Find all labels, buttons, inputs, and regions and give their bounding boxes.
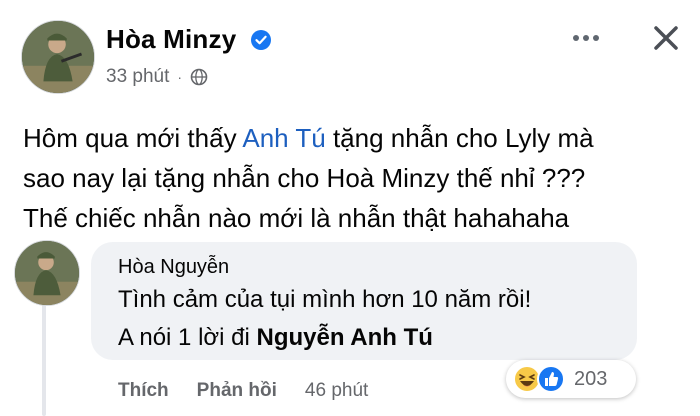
reply-mention-link[interactable]: Nguyễn Anh Tú — [256, 324, 432, 351]
like-icon — [537, 365, 565, 393]
post-card: Hòa Minzy 33 phút · Hôm qua mới thấy Anh… — [0, 0, 700, 416]
verified-badge-icon — [251, 30, 271, 50]
mention-link[interactable]: Anh Tú — [242, 123, 325, 153]
reaction-count: 203 — [574, 367, 608, 390]
reply-button[interactable]: Phản hồi — [197, 380, 277, 402]
reply-avatar[interactable] — [14, 240, 80, 306]
reactions-summary[interactable]: 203 — [506, 360, 636, 398]
reply-timestamp[interactable]: 46 phút — [305, 380, 368, 402]
post-body: Hôm qua mới thấy Anh Tú tặng nhẫn cho Ly… — [23, 118, 683, 238]
avatar-image — [15, 241, 79, 305]
like-button[interactable]: Thích — [118, 380, 169, 402]
post-timestamp[interactable]: 33 phút — [106, 66, 169, 88]
reply-text-line-1: Tình cảm của tụi mình hơn 10 năm rồi! — [118, 286, 532, 313]
post-text-line-3: Thế chiếc nhẫn nào mới là nhẫn thật haha… — [23, 203, 570, 233]
reply-author[interactable]: Hòa Nguyễn — [118, 256, 229, 279]
post-meta: 33 phút · — [106, 66, 208, 88]
post-text-segment: tặng nhẫn cho Lyly mà — [325, 123, 594, 153]
reply-text-segment: A nói 1 lời đi — [118, 324, 257, 351]
post-text-line-1: Hôm qua mới thấy Anh Tú tặng nhẫn cho Ly… — [23, 118, 683, 158]
author-name[interactable]: Hòa Minzy — [106, 24, 236, 55]
reply-text-line-2: A nói 1 lời đi Nguyễn Anh Tú — [118, 324, 433, 352]
globe-icon — [190, 68, 208, 86]
author-avatar[interactable] — [21, 20, 95, 94]
meta-separator: · — [177, 69, 183, 85]
post-text-line-2: sao nay lại tặng nhẫn cho Hoà Minzy thế … — [23, 163, 586, 193]
more-options-icon[interactable] — [566, 26, 606, 50]
reply-actions: Thích Phản hồi 46 phút — [118, 380, 368, 402]
avatar-image — [22, 21, 94, 93]
close-icon[interactable] — [646, 18, 686, 58]
post-text-segment: Hôm qua mới thấy — [23, 123, 243, 153]
thread-line — [42, 302, 46, 416]
